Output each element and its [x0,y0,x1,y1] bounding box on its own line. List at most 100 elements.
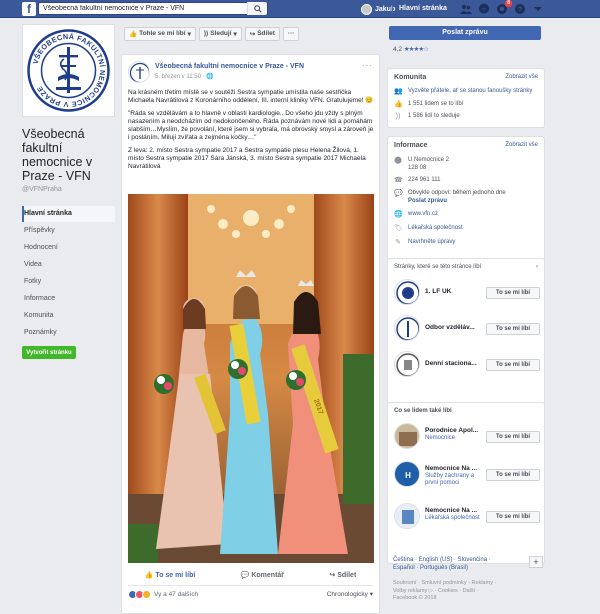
page-profile-picture[interactable]: VŠEOBECNÁ FAKULTNÍ NEMOCNICE V PRAZE [22,24,115,117]
like-button[interactable]: To se mi líbí [486,287,540,299]
liked-page-name[interactable]: Odbor vzděláv... [425,324,475,331]
address: U Nemocnice 2 128 08 [408,157,449,172]
suggested-page-category[interactable]: Služby záchrany a první pomoci [425,473,483,487]
avatar [361,3,372,15]
help-icon[interactable]: ? [514,3,526,15]
follows-row: )) 1 586 lidí to sleduje [394,113,460,121]
share-page-button[interactable]: ↪ Sdílet [244,26,280,41]
page-logo[interactable] [394,503,420,529]
invite-friends-link[interactable]: Vyzvěte přátele, ať se stanou fanoušky s… [408,88,532,96]
share-label: Sdílet [257,30,275,37]
send-message-button[interactable]: Poslat zprávu [389,26,541,40]
phone-number[interactable]: 224 961 111 [408,177,440,185]
post-timestamp[interactable]: 5. březen v 11:50 · 🌐 [155,73,214,80]
language-links[interactable]: Español · Português (Brasil) [393,564,543,572]
post-like-button[interactable]: 👍 To se mi líbí [145,571,196,579]
language-links[interactable]: Čeština · English (US) · Slovenčina · [393,556,543,564]
suggested-page-name[interactable]: Porodnice Apol... [425,427,478,434]
suggested-page-name[interactable]: Nemocnice Na ... [425,507,477,514]
svg-text:H: H [405,471,411,480]
suggested-page-item: Nemocnice Na ... Lékařská společnost To … [394,503,540,533]
suggested-page-category[interactable]: Nemocnice [425,435,455,442]
rss-icon: )) [395,113,401,120]
add-language-button[interactable]: + [529,556,543,568]
search-button[interactable] [247,2,267,15]
post-photo[interactable]: 2017 [128,194,374,563]
liked-page-name[interactable]: Denní staciona... [425,360,477,367]
follow-button[interactable]: )) Sledují ▾ [198,26,242,41]
page-logo[interactable] [394,423,420,449]
liked-page-item: 1. LF UK To se mi líbí [394,279,540,309]
nav-item-photos[interactable]: Fotky [22,274,115,290]
nav-item-notes[interactable]: Poznámky [22,325,115,341]
post-author-avatar[interactable] [128,61,150,83]
suggested-page-category[interactable]: Lékařská společnost [425,515,480,522]
page-logo[interactable] [394,351,420,377]
nav-item-reviews[interactable]: Hodnocení [22,240,115,256]
page-logo[interactable] [394,279,420,305]
home-link[interactable]: Hlavní stránka [399,5,447,12]
comment-sort-dropdown[interactable]: Chronologicky ▾ [327,590,373,598]
like-button[interactable]: To se mi líbí [486,469,540,481]
info-see-all-link[interactable]: Zobrazit vše [505,142,538,148]
website-row: 🌐 www.vfn.cz [394,211,438,219]
like-page-label: Tohle se mi líbí [139,30,186,37]
community-see-all-link[interactable]: Zobrazit vše [505,74,538,80]
suggested-page-name[interactable]: Nemocnice Na ... [425,465,477,472]
page-rating[interactable]: 4,2 ★★★★☆ [393,45,429,53]
nav-item-about[interactable]: Informace [22,291,115,307]
messenger-icon[interactable] [478,3,490,15]
address-line1: U Nemocnice 2 [408,157,450,163]
friends-icon[interactable] [460,3,472,15]
category-link[interactable]: Lékařská společnost [408,225,463,233]
post-time: 5. březen v 11:50 [155,74,201,80]
footer-links[interactable]: Soukromí · Smluvní podmínky · Reklamy · [393,580,533,588]
nav-item-videos[interactable]: Videa [22,257,115,273]
post-paragraph: Z leva: 2. místo Sestra sympatie 2017 a … [128,146,366,171]
category-row: 🏷 Lékařská společnost [394,225,463,233]
suggest-edits-link[interactable]: Navrhněte úpravy [408,239,455,247]
nav-item-community[interactable]: Komunita [22,308,115,324]
message-box: Poslat zprávu 4,2 ★★★★☆ [387,24,545,58]
facebook-logo-icon[interactable]: f [22,2,36,16]
footer-links[interactable]: Volby reklamy ▷ · Cookies · Další · [393,588,533,596]
nav-item-posts[interactable]: Příspěvky [22,223,115,239]
post-comment-button[interactable]: 💬 Komentář [241,571,284,579]
post-card: Všeobecná fakultní nemocnice v Praze - V… [121,54,380,614]
liked-pages-box: Stránky, které se této stránce líbí › 1.… [387,258,545,418]
like-page-button[interactable]: 👍 Tohle se mi líbí ▾ [124,26,196,41]
post-author-name[interactable]: Všeobecná fakultní nemocnice v Praze - V… [155,63,304,70]
post-share-button[interactable]: ↪ Sdílet [329,571,356,579]
like-button[interactable]: To se mi líbí [486,511,540,523]
community-title: Komunita [394,74,427,81]
chevron-right-icon[interactable]: › [536,264,538,270]
pin-icon: ⬤ [394,157,402,164]
page-logo[interactable] [394,315,420,341]
also-liked-title: Co se lidem také líbí [394,408,452,414]
post-body: Na krásném třetím místě se v soutěži Ses… [128,89,374,176]
like-button[interactable]: To se mi líbí [486,359,540,371]
top-navigation-bar: f Jakub Hlavní stránka 8 ? [0,0,600,18]
thumb-up-icon: 👍 [129,30,138,38]
like-button[interactable]: To se mi líbí [486,323,540,335]
invite-icon: 👥 [394,88,403,95]
like-button[interactable]: To se mi líbí [486,431,540,443]
nav-item-home[interactable]: Hlavní stránka [22,206,115,222]
invite-row: 👥 Vyzvěte přátele, ať se stanou fanoušky … [394,88,532,96]
search-input[interactable] [39,3,239,14]
profile-link[interactable]: Jakub [361,3,395,15]
page-logo[interactable]: H [394,461,420,487]
more-options-button[interactable]: ··· [282,26,300,41]
page-handle[interactable]: @VFNPraha [22,186,115,193]
reactions-summary[interactable]: Vy a 47 dalších [128,590,198,599]
notifications-icon[interactable]: 8 [496,0,512,15]
website-link[interactable]: www.vfn.cz [408,211,438,219]
chat-icon: 💬 [394,190,403,197]
reactions-count: Vy a 47 dalších [154,591,199,598]
post-options-icon[interactable]: ··· [362,61,373,70]
dropdown-icon[interactable] [532,3,544,15]
info-send-message-link[interactable]: Poslat zprávu [408,198,447,204]
post-paragraph: "Ráda se vzdělávám a to hlavně v oblasti… [128,109,374,142]
liked-page-name[interactable]: 1. LF UK [425,288,451,295]
create-page-button[interactable]: Vytvořit stránku [22,346,76,359]
